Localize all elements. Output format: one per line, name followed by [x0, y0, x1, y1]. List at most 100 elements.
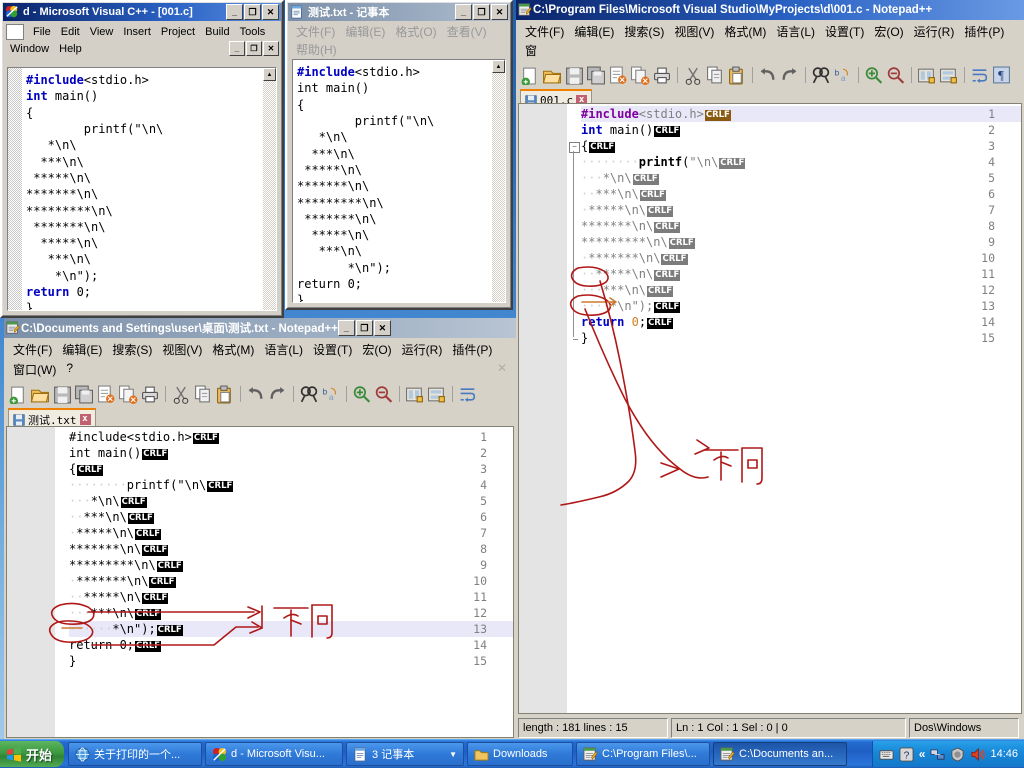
notepadpp-right-window[interactable]: C:\Program Files\Microsoft Visual Studio… [516, 0, 1024, 740]
notepad-close-button[interactable]: ✕ [491, 4, 508, 20]
code-line[interactable]: ·*******\n\ CRLF [581, 251, 688, 265]
npp-bottom-menu-format[interactable]: 格式(M) [207, 340, 259, 359]
taskbar-buttons[interactable]: 关于打印的一个... d - Microsoft Visu... 3 记事本 ▼ Dow… [68, 742, 850, 766]
npp-right-menu-run[interactable]: 运行(R) [909, 22, 960, 41]
vc-scroll-up-button[interactable]: ▲ [263, 68, 276, 81]
open-file-icon[interactable] [542, 66, 562, 85]
taskbar-button[interactable]: Downloads [467, 742, 574, 766]
npp-right-menu-search[interactable]: 搜索(S) [619, 22, 669, 41]
code-line[interactable]: ··***\n\ CRLF [581, 187, 666, 201]
close-file-icon[interactable] [608, 66, 628, 85]
npp-bottom-close-button[interactable]: ✕ [373, 320, 391, 336]
npp-bottom-menubar-row2[interactable]: 窗口(W) ? ✕ [4, 358, 516, 380]
vc-editor[interactable]: #include<stdio.h> int main(){ printf("\n\… [7, 67, 277, 311]
redo-icon[interactable] [268, 385, 288, 404]
sync-h-scroll-icon[interactable] [939, 66, 959, 85]
npp-bottom-menu-settings[interactable]: 设置(T) [308, 340, 357, 359]
npp-bottom-menu-run[interactable]: 运行(R) [397, 340, 448, 359]
sync-v-scroll-icon[interactable] [917, 66, 937, 85]
code-line[interactable]: #include<stdio.h> CRLF [581, 107, 731, 121]
vc-menu-row-1[interactable]: File Edit View Insert Project Build Tool… [3, 21, 281, 41]
volume-icon[interactable] [970, 747, 986, 762]
zoom-out-icon[interactable] [886, 66, 906, 85]
chevron-down-icon[interactable]: ▼ [449, 750, 457, 759]
close-all-icon[interactable] [118, 385, 138, 404]
vc-title-bar[interactable]: d - Microsoft Visual C++ - [001.c] _ ❐ ✕ [3, 3, 281, 21]
code-line[interactable]: ···***\n\ CRLF [69, 606, 162, 620]
start-button[interactable]: 开始 [0, 741, 65, 767]
fold-toggle-icon[interactable]: − [569, 142, 580, 153]
notepad-menu-file[interactable]: 文件(F) [291, 22, 340, 41]
npp-bottom-fold-margin[interactable] [55, 427, 69, 737]
save-icon[interactable] [52, 385, 72, 404]
notepad-minimize-button[interactable]: _ [455, 4, 472, 20]
save-icon[interactable] [564, 66, 584, 85]
system-tray[interactable]: ? « 14:46 [871, 741, 1024, 767]
print-icon[interactable] [140, 385, 160, 404]
notepad-maximize-button[interactable]: ❐ [473, 4, 490, 20]
notepad-menu-edit[interactable]: 编辑(E) [340, 22, 390, 41]
npp-right-menu-edit[interactable]: 编辑(E) [569, 22, 619, 41]
code-line[interactable]: ··*****\n\ CRLF [69, 590, 169, 604]
close-file-icon[interactable] [96, 385, 116, 404]
vc-menu-row-2[interactable]: Window Help _ ❐ ✕ [3, 41, 281, 56]
npp-bottom-tab-close-icon[interactable]: x [79, 414, 91, 425]
taskbar-button[interactable]: d - Microsoft Visu... [205, 742, 344, 766]
code-line[interactable]: ········printf("\n\ CRLF [69, 478, 234, 492]
taskbar[interactable]: 开始 关于打印的一个... d - Microsoft Visu... 3 记事本 ▼… [0, 739, 1024, 768]
code-line[interactable]: *********\n\ CRLF [581, 235, 695, 249]
shield-icon[interactable] [950, 746, 965, 762]
vc-caption-buttons[interactable]: _ ❐ ✕ [226, 4, 279, 20]
npp-bottom-menu-window[interactable]: 窗口(W) [8, 360, 61, 379]
npp-right-title-bar[interactable]: C:\Program Files\Microsoft Visual Studio… [516, 0, 1024, 20]
word-wrap-icon[interactable] [458, 385, 478, 404]
replace-icon[interactable]: ba [321, 385, 341, 404]
notepad-vertical-scrollbar[interactable]: ▲ [492, 60, 505, 302]
code-line[interactable]: *******\n\ CRLF [69, 542, 169, 556]
npp-right-menu-view[interactable]: 视图(V) [669, 22, 719, 41]
undo-icon[interactable] [246, 385, 266, 404]
find-icon[interactable] [811, 66, 831, 85]
code-line[interactable]: ···***\n\ CRLF [581, 283, 674, 297]
copy-icon[interactable] [193, 385, 213, 404]
npp-right-menu-file[interactable]: 文件(F) [520, 22, 569, 41]
zoom-in-icon[interactable] [352, 385, 372, 404]
vc-close-button[interactable]: ✕ [262, 4, 279, 20]
code-line[interactable]: ·*****\n\ CRLF [69, 526, 162, 540]
cut-icon[interactable] [683, 66, 703, 85]
npp-right-fold-margin[interactable] [567, 104, 581, 713]
notepad-title-bar[interactable]: 测试.txt - 记事本 _ ❐ ✕ [288, 3, 510, 21]
help-icon[interactable]: ? [899, 746, 914, 762]
vc-menu-insert[interactable]: Insert [118, 25, 156, 39]
code-line[interactable]: return 0; CRLF [69, 638, 162, 652]
vc-mdi-close-button[interactable]: ✕ [263, 41, 279, 56]
code-line[interactable]: int main() CRLF [581, 123, 681, 137]
npp-bottom-maximize-button[interactable]: ❐ [355, 320, 373, 336]
show-all-chars-icon[interactable]: ¶ [992, 66, 1012, 85]
code-line[interactable]: ····*\n"); CRLF [581, 299, 681, 313]
npp-bottom-menu-language[interactable]: 语言(L) [259, 340, 308, 359]
code-line[interactable]: } [69, 654, 76, 668]
notepad-window[interactable]: 测试.txt - 记事本 _ ❐ ✕ 文件(F) 编辑(E) 格式(O) 查看(… [285, 0, 513, 310]
npp-bottom-caption-buttons[interactable]: _ ❐ ✕ [337, 320, 391, 336]
taskbar-button[interactable]: 3 记事本 ▼ [346, 742, 465, 766]
npp-bottom-menu-search[interactable]: 搜索(S) [107, 340, 157, 359]
code-line[interactable]: ···*\n\ CRLF [581, 171, 659, 185]
code-line[interactable]: ·*****\n\ CRLF [581, 203, 674, 217]
new-file-icon[interactable] [520, 66, 540, 85]
vc-minimize-button[interactable]: _ [226, 4, 243, 20]
code-line[interactable]: } [581, 331, 588, 345]
code-line[interactable]: {CRLF [69, 462, 104, 476]
taskbar-button[interactable]: 关于打印的一个... [68, 742, 203, 766]
npp-bottom-menu-view[interactable]: 视图(V) [157, 340, 207, 359]
sync-h-scroll-icon[interactable] [427, 385, 447, 404]
npp-right-menu-plugins[interactable]: 插件(P) [959, 22, 1009, 41]
print-icon[interactable] [652, 66, 672, 85]
code-line[interactable]: #include<stdio.h> CRLF [69, 430, 219, 444]
redo-icon[interactable] [780, 66, 800, 85]
code-line[interactable]: ···*\n\ CRLF [69, 494, 147, 508]
notepad-menu-format[interactable]: 格式(O) [390, 22, 441, 41]
code-line[interactable]: ·*******\n\ CRLF [69, 574, 176, 588]
npp-bottom-menu-plugins[interactable]: 插件(P) [447, 340, 497, 359]
npp-right-menubar[interactable]: 文件(F) 编辑(E) 搜索(S) 视图(V) 格式(M) 语言(L) 设置(T… [516, 20, 1024, 61]
